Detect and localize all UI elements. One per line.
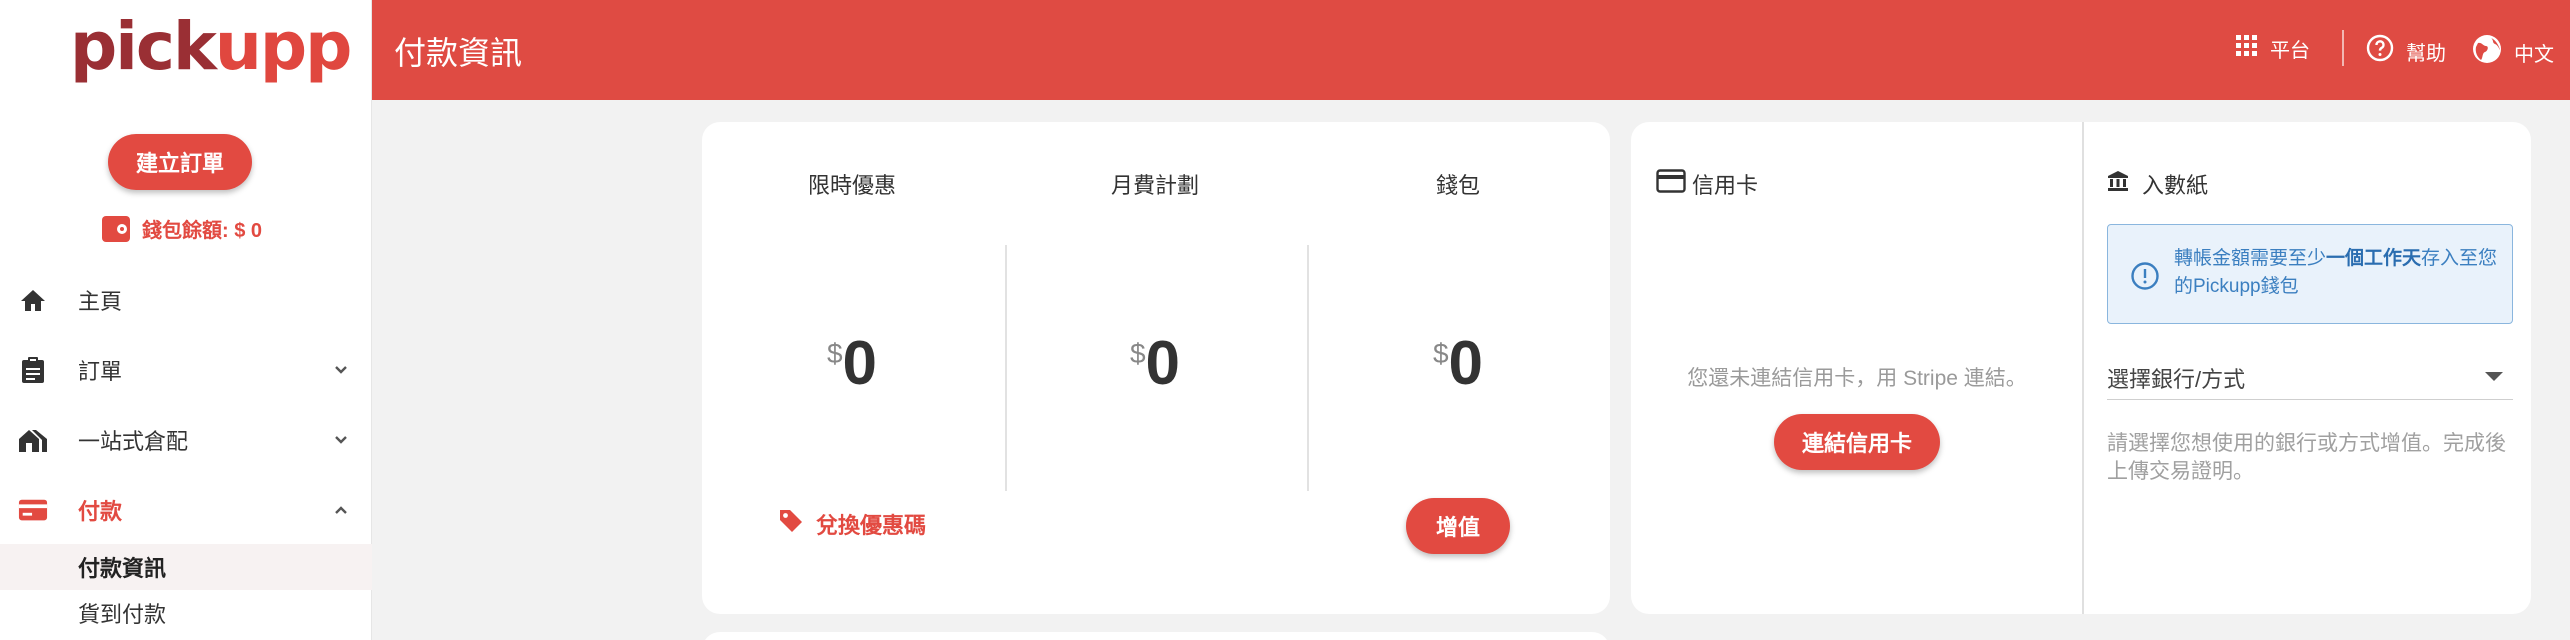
chevron-down-icon: [332, 361, 350, 379]
wallet-balance[interactable]: 錢包餘額: $ 0: [102, 214, 262, 243]
tag-icon: [778, 508, 804, 540]
help-icon: [2366, 34, 2394, 68]
credit-card-message: 您還未連結信用卡，用 Stripe 連結。: [1687, 367, 2027, 390]
bank-icon: [2106, 169, 2130, 199]
column-divider: [1005, 245, 1007, 491]
notice-text-pre: 轉帳金額需要至少: [2174, 248, 2327, 269]
currency-symbol: $: [826, 338, 843, 369]
monthly-plan-title: 月費計劃: [1110, 173, 1199, 198]
platform-menu[interactable]: 平台: [2236, 34, 2310, 63]
sidebar-item-payment[interactable]: 付款: [0, 480, 372, 540]
top-header: 付款資訊 平台 幫助 中文: [372, 0, 2570, 100]
clipboard-icon: [18, 355, 48, 385]
wallet-title: 錢包: [1435, 173, 1480, 198]
bank-slip-section-title: 入數紙: [2106, 168, 2208, 200]
dropdown-arrow-icon: [2485, 372, 2503, 381]
credit-card-icon: [18, 495, 48, 525]
bank-method-select-value: 選擇銀行/方式: [2107, 367, 2246, 392]
sidebar-subitem-label: 貨到付款: [78, 602, 167, 627]
redeem-coupon-button[interactable]: 兌換優惠碼: [778, 508, 926, 540]
sidebar-subitem-payment-info[interactable]: 付款資訊: [0, 544, 372, 590]
wallet-amount: $0: [1358, 328, 1558, 399]
limited-offer-amount: $0: [752, 328, 952, 399]
currency-symbol: $: [1432, 338, 1449, 369]
sidebar-item-orders[interactable]: 訂單: [0, 340, 372, 400]
card-divider: [2082, 122, 2084, 614]
sidebar-item-label: 付款: [78, 499, 123, 524]
wallet-balance-text: 錢包餘額: $ 0: [142, 220, 263, 242]
language-menu[interactable]: 中文: [2472, 34, 2554, 70]
sidebar-item-label: 訂單: [78, 359, 123, 384]
sidebar-subitem-cod[interactable]: 貨到付款: [0, 590, 372, 636]
chevron-up-icon: [332, 501, 350, 519]
amount-value: 0: [842, 329, 878, 398]
header-divider: [2342, 30, 2344, 66]
limited-offer-title: 限時優惠: [807, 173, 896, 198]
sidebar: pickupp 建立訂單 錢包餘額: $ 0 主頁 訂單 一站式倉配 付款 付款…: [0, 0, 372, 640]
apps-grid-icon: [2236, 34, 2258, 63]
page-title: 付款資訊: [394, 35, 523, 71]
platform-label: 平台: [2270, 40, 2310, 62]
monthly-plan-amount: $0: [1055, 328, 1255, 399]
credit-card-icon: [1656, 169, 1686, 199]
transfer-notice: 轉帳金額需要至少一個工作天存入至您的Pickupp錢包: [2107, 224, 2513, 324]
wallet-icon: [102, 215, 130, 242]
topup-button[interactable]: 增值: [1406, 498, 1510, 554]
home-icon: [18, 285, 48, 315]
credit-card-section-title: 信用卡: [1656, 168, 1758, 200]
help-menu[interactable]: 幫助: [2366, 34, 2446, 68]
globe-icon: [2472, 34, 2502, 70]
info-icon: [2130, 261, 2160, 296]
amount-value: 0: [1145, 329, 1181, 398]
bottom-card: [702, 632, 1610, 640]
redeem-label: 兌換優惠碼: [816, 513, 927, 538]
sidebar-item-fulfillment[interactable]: 一站式倉配: [0, 410, 372, 470]
logo-text-part2: upp: [214, 8, 352, 85]
sidebar-item-label: 主頁: [78, 289, 123, 314]
column-divider: [1307, 245, 1309, 491]
transfer-notice-text: 轉帳金額需要至少一個工作天存入至您的Pickupp錢包: [2174, 245, 2504, 301]
pickupp-logo[interactable]: pickupp: [70, 14, 352, 80]
sidebar-item-home[interactable]: 主頁: [0, 270, 372, 330]
sidebar-subitem-label: 付款資訊: [78, 556, 167, 581]
notice-text-bold: 一個工作天: [2326, 248, 2422, 269]
chevron-down-icon: [332, 431, 350, 449]
credit-card-title-label: 信用卡: [1692, 173, 1759, 198]
sidebar-item-label: 一站式倉配: [78, 429, 189, 454]
warehouse-icon: [18, 425, 48, 455]
language-label: 中文: [2514, 43, 2554, 66]
help-label: 幫助: [2406, 42, 2446, 65]
currency-symbol: $: [1129, 338, 1146, 369]
connect-credit-card-button[interactable]: 連結信用卡: [1774, 414, 1940, 470]
bank-slip-help-text: 請選擇您想使用的銀行或方式增值。完成後上傳交易證明。: [2107, 432, 2506, 483]
amount-value: 0: [1448, 329, 1484, 398]
bank-slip-title-label: 入數紙: [2142, 173, 2209, 198]
bank-method-select[interactable]: 選擇銀行/方式: [2107, 356, 2513, 400]
logo-text-part1: pick: [70, 8, 217, 85]
create-order-button[interactable]: 建立訂單: [108, 134, 252, 190]
